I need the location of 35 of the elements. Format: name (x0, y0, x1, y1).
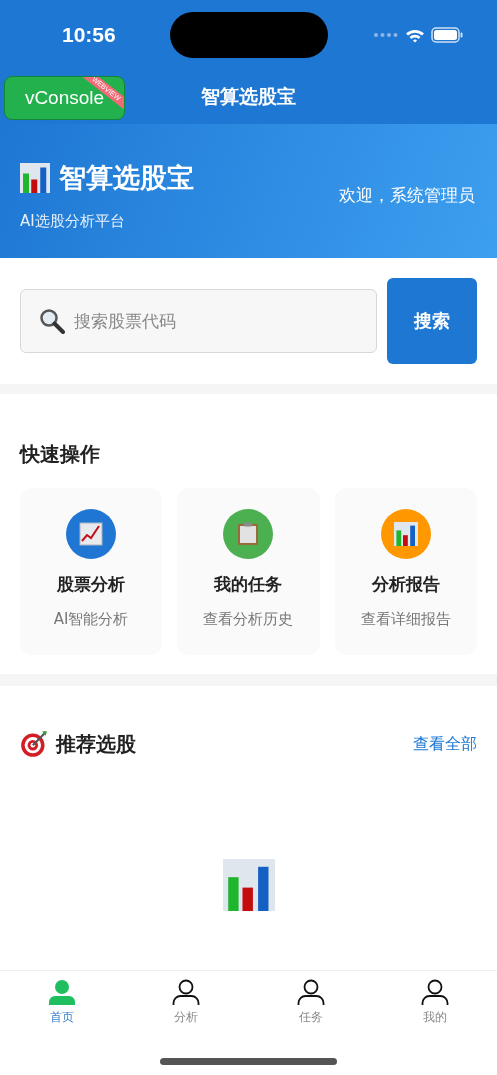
card-title: 股票分析 (57, 573, 126, 596)
person-icon (172, 979, 201, 1005)
battery-icon (431, 27, 463, 43)
tab-item[interactable]: 首页 (0, 971, 125, 1026)
search-field[interactable]: 搜索股票代码 (20, 289, 377, 353)
line-chart-icon (79, 522, 104, 546)
quick-action-card[interactable]: 分析报告 查看详细报告 (334, 488, 477, 655)
tab-item[interactable]: 任务 (248, 971, 373, 1026)
signal-icon (373, 32, 399, 38)
card-subtitle: AI智能分析 (53, 610, 129, 629)
app-title: 智算选股宝 (59, 160, 194, 195)
person-icon (420, 979, 449, 1005)
card-subtitle: 查看详细报告 (360, 610, 451, 629)
view-all-link[interactable]: 查看全部 (413, 733, 477, 755)
section-title: 快速操作 (20, 441, 101, 468)
card-subtitle: 查看分析历史 (203, 610, 294, 629)
card-title: 分析报告 (371, 573, 440, 596)
bar-chart-icon (20, 162, 50, 193)
status-time: 10:56 (62, 23, 117, 47)
card-title: 我的任务 (214, 573, 283, 596)
wifi-icon (405, 27, 425, 43)
app-subtitle: AI选股分析平台 (20, 211, 126, 231)
target-icon (20, 730, 48, 758)
search-button[interactable]: 搜索 (387, 278, 477, 364)
person-icon (48, 979, 77, 1005)
quick-action-card[interactable]: 我的任务 查看分析历史 (177, 488, 320, 655)
nav-title: 智算选股宝 (201, 84, 296, 109)
welcome-text: 欢迎，系统管理员 (339, 183, 475, 207)
bar-chart-icon (393, 522, 418, 546)
clipboard-icon (236, 522, 261, 546)
tab-item[interactable]: 我的 (372, 971, 497, 1026)
tab-item[interactable]: 分析 (124, 971, 249, 1026)
section-title: 推荐选股 (56, 730, 136, 758)
quick-action-card[interactable]: 股票分析 AI智能分析 (20, 488, 163, 655)
person-icon (296, 979, 325, 1005)
